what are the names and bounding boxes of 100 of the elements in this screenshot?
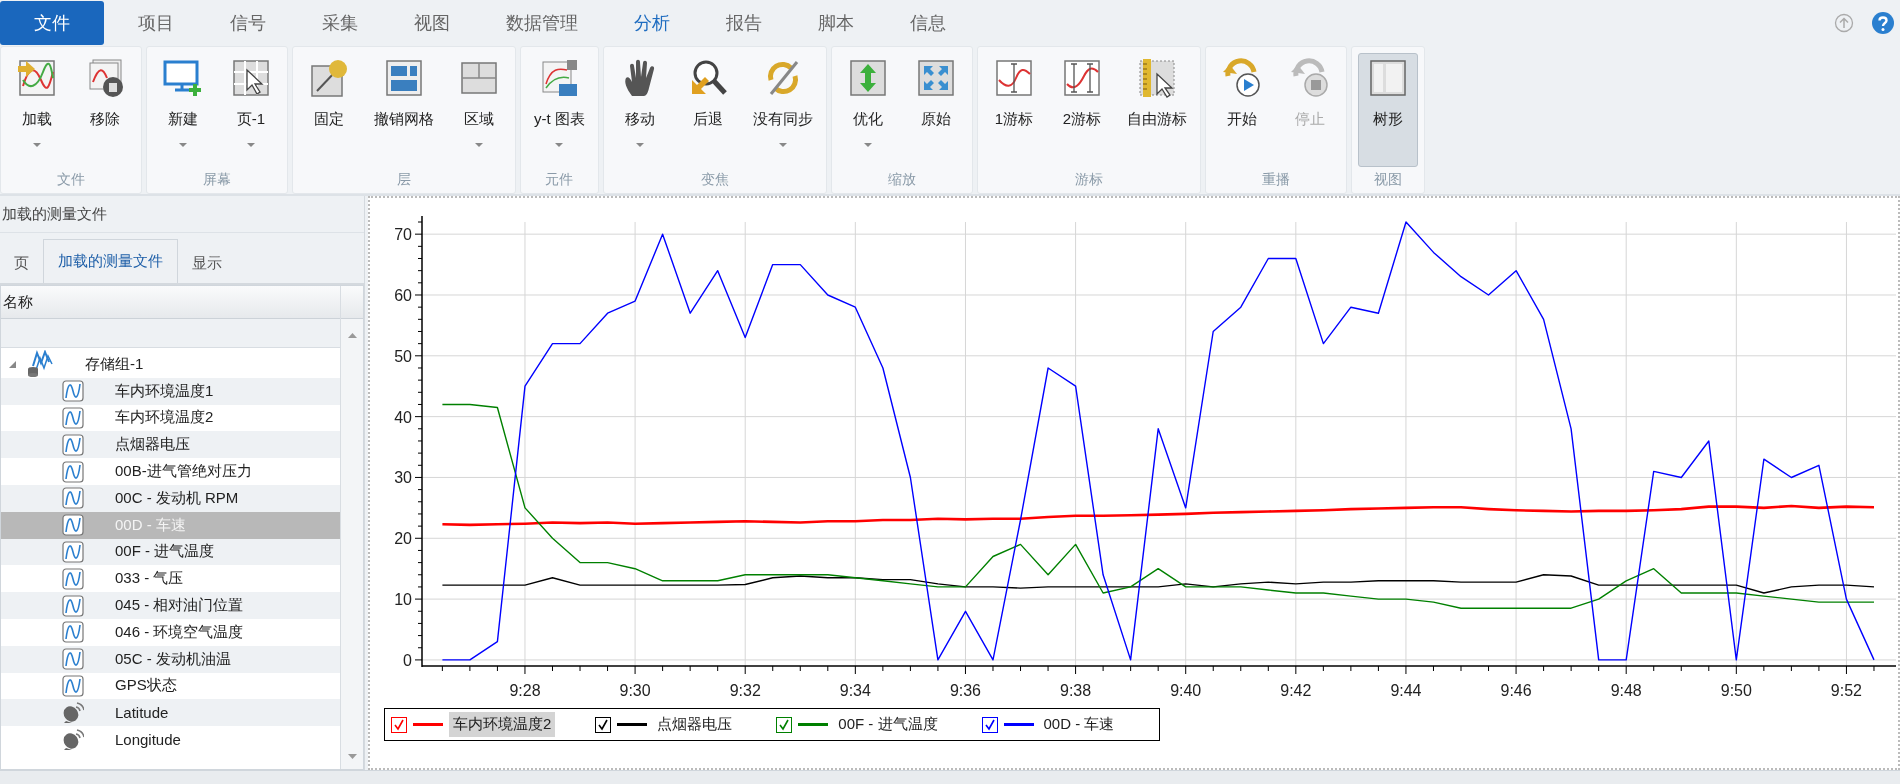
ribbon-group-label: 缩放 [887,170,916,189]
collapse-ribbon-icon[interactable] [1834,13,1854,33]
ribbon-button[interactable]: 区域 [449,53,509,167]
ribbon-group-label: 屏幕 [203,170,231,189]
tick-label: 9:28 [509,682,541,699]
panel-tab[interactable]: 页 [0,243,43,283]
ribbon-button[interactable]: 自由游标 [1119,53,1194,167]
ribbon-button[interactable]: 撤销网格 [367,53,441,167]
legend-checkbox[interactable] [981,716,998,733]
tick-label: 30 [394,469,412,487]
help-icon[interactable] [1872,12,1894,34]
ribbon-button[interactable]: 1游标 [983,53,1044,167]
ribbon-group-label: 变焦 [700,170,729,189]
tick-label: 9:50 [1720,682,1752,699]
legend-label[interactable]: 00D - 车速 [1039,712,1119,737]
menu-tab[interactable]: 信息 [882,1,974,45]
stop-icon [1289,58,1330,98]
menu-tab[interactable]: 数据管理 [478,1,606,45]
wave-icon [62,460,84,483]
ribbon-button[interactable]: 新建 [153,53,213,167]
column-header[interactable]: 名称 [1,286,340,319]
panel-title: 加载的测量文件 [0,196,364,233]
menu-tab[interactable]: 采集 [294,1,386,45]
arrows-vertical-icon [847,58,888,98]
satellite-dish-icon [62,727,84,752]
tick-label: 9:42 [1280,682,1312,699]
tick-label: 60 [394,287,412,304]
legend-checkbox[interactable] [595,716,612,733]
legend-label[interactable]: 车内环境温度2 [449,712,556,737]
panels-icon [1367,58,1408,98]
scroll-down-icon[interactable] [347,754,357,759]
tick-label: 9:36 [949,682,982,699]
ribbon-button[interactable]: y-t 图表 [527,53,592,167]
ribbon-button[interactable]: 开始 [1211,53,1272,167]
tick-label: 9:34 [839,682,871,699]
ribbon-button[interactable]: 优化 [837,53,898,167]
menu-tab[interactable]: 脚本 [790,1,882,45]
tree-row[interactable]: 05C - 发动机油温 [1,645,340,673]
expand-toggle-icon[interactable] [7,359,17,369]
ribbon-button[interactable]: 加载 [7,53,67,167]
file-menu-button[interactable]: 文件 [0,1,104,45]
wave-icon [62,540,84,563]
scroll-up-icon[interactable] [347,333,357,338]
menu-tab[interactable]: 信号 [202,1,294,45]
tick-label: 10 [394,591,412,609]
tree-row[interactable]: 车内环境温度1 [1,377,340,405]
monitor-plus-icon [163,58,203,98]
ribbon-button[interactable]: 页-1 [221,53,281,167]
ribbon-group-label: 元件 [545,170,574,189]
panel-tab[interactable]: 加载的测量文件 [43,239,178,283]
chart-icon [539,58,580,98]
wave-icon [62,433,84,456]
scrollbar[interactable] [340,286,363,769]
tick-label: 50 [394,347,412,365]
ribbon-group-label: 游标 [1074,170,1103,189]
ribbon-group-label: 重播 [1261,170,1290,189]
pin-icon [309,58,349,98]
tick-label: 9:44 [1390,682,1422,699]
ribbon-button[interactable]: 固定 [299,53,359,167]
tree-row[interactable]: 点烟器电压 [1,431,340,459]
layout-grid-icon [384,58,424,98]
tree-row[interactable]: 045 - 相对油门位置 [1,592,340,619]
arrows-expand-icon [915,58,956,98]
ribbon-button[interactable]: 移除 [75,53,135,167]
ribbon-group-label: 层 [397,170,411,189]
legend-checkbox[interactable] [391,716,407,733]
play-icon [1221,58,1262,98]
tree-row[interactable]: Latitude [1,699,340,727]
tree-row[interactable]: 00F - 进气温度 [1,538,340,566]
ribbon-button[interactable]: 没有同步 [745,53,820,167]
ruler-cursor-icon [1136,58,1177,98]
menu-tab[interactable]: 分析 [606,1,698,45]
wave-icon [62,380,84,403]
wave-icon [62,487,84,510]
cursor-grid-icon [231,58,271,98]
tick-label: 9:52 [1830,682,1862,699]
legend-label[interactable]: 点烟器电压 [653,712,737,737]
tick-label: 40 [394,408,412,426]
menu-tab[interactable]: 项目 [110,1,202,45]
signal-database-icon [27,350,53,379]
tree-row[interactable]: 00C - 发动机 RPM [1,485,340,512]
ribbon-group-label: 视图 [1373,170,1402,189]
satellite-dish-icon [62,700,84,725]
menu-tab[interactable]: 视图 [386,1,478,45]
tick-label: 9:38 [1060,682,1092,699]
legend-label[interactable]: 00F - 进气温度 [834,712,942,737]
wave-icon [62,621,84,644]
menu-tab[interactable]: 报告 [698,1,790,45]
ribbon-group-label: 文件 [57,170,85,189]
wave-icon [62,594,84,617]
legend-checkbox[interactable] [776,716,793,733]
ribbon-button[interactable]: 2游标 [1051,53,1112,167]
ribbon-button[interactable]: 树形 [1357,53,1418,167]
panel-tab[interactable]: 显示 [178,243,236,283]
wave-icon [62,514,84,537]
ribbon-button[interactable]: 移动 [609,53,670,167]
ribbon-button[interactable]: 后退 [677,53,738,167]
tick-label: 0 [403,651,412,669]
ribbon-button[interactable]: 原始 [905,53,966,167]
tick-label: 9:40 [1170,682,1202,699]
